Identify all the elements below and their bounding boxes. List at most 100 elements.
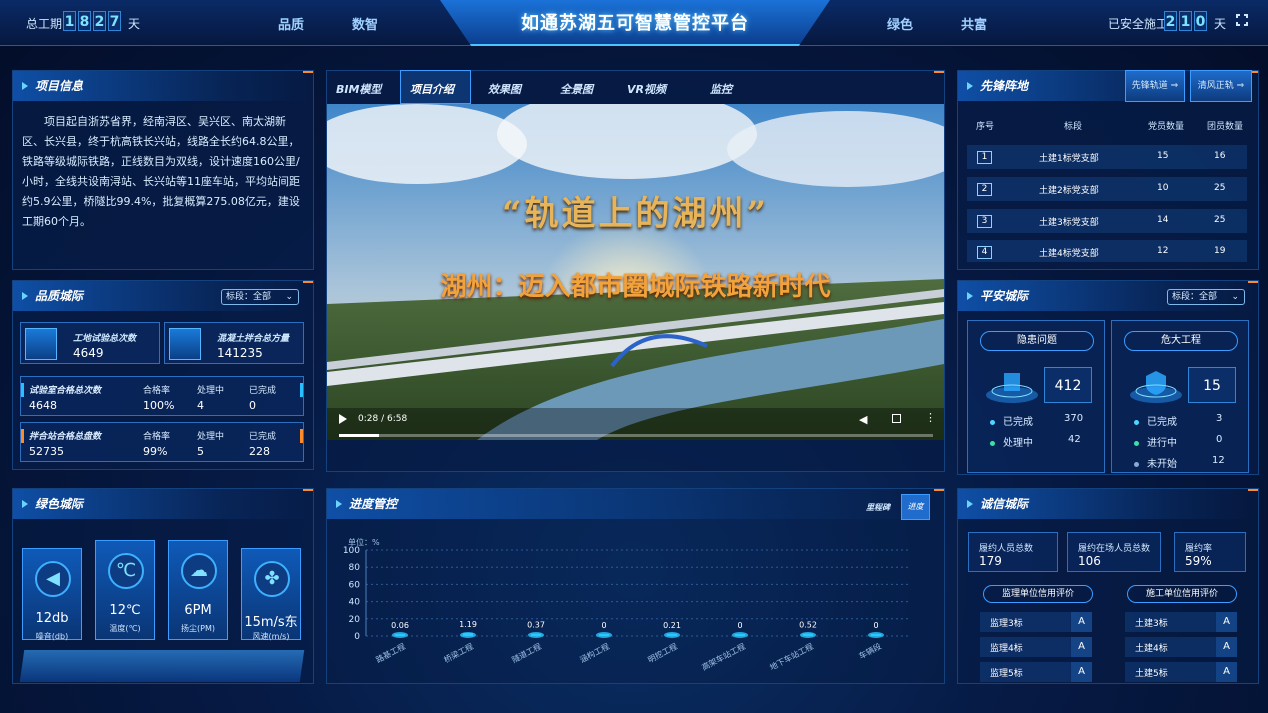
col-party: 党员数量 [1148,122,1185,132]
data-label: 0 [737,621,742,630]
major-project-total: 15 [1188,367,1236,403]
safe-days-unit: 天 [1214,17,1227,31]
video-time: 0:28 / 6:58 [358,414,408,424]
data-label: 0.37 [527,621,545,630]
more-options-icon[interactable]: ⋮ [925,411,936,424]
volume-icon[interactable]: ◀ [859,413,867,426]
milestone-button[interactable]: 里程碑 [866,502,890,513]
credit-title: 诚信城际 [958,489,1258,519]
safe-days-label: 已安全施工 [1108,17,1169,31]
bar-base [460,632,476,638]
x-tick-label: 明挖工程 [646,641,679,665]
col-no: 序号 [976,122,995,132]
progress-title: 进度管控 [327,489,944,519]
data-label: 0.52 [799,621,817,630]
bar-base [664,632,680,638]
speaker-icon: ◀ [35,561,71,597]
shield-dais-icon [1130,371,1182,403]
mixing-pass-row: 拌合站合格总盘数 52735 合格率 99% 处理中 5 已完成 228 [20,422,304,462]
page-title: 如通苏湖五可智慧管控平台 [521,13,749,34]
test-count-box: 工地试验总次数 4649 [20,322,160,364]
nav-green[interactable]: 绿色 [887,14,913,33]
video-subline: 湖州：迈入都市圈城际铁路新时代 [440,272,831,302]
bar-base [800,632,816,638]
warning-dais-icon [986,373,1038,403]
progress-button[interactable]: 进度 [901,494,930,520]
table-row[interactable]: 2 土建2标党支部 10 25 [967,177,1247,201]
data-label: 0.06 [391,621,409,630]
project-info-title: 项目信息 [13,71,313,101]
total-duration-label: 总工期 [26,17,63,31]
bar-base [732,632,748,638]
y-tick-label: 40 [349,598,361,608]
construction-credit-title: 施工单位信用评价 [1127,585,1237,603]
tab-panorama[interactable]: 全景图 [560,81,593,97]
list-item: 土建5标 A [1125,662,1237,682]
project-info-text: 项目起自浙苏省界，经南浔区、吴兴区、南太湖新区、长兴县，终于杭高铁长兴站，线路全… [22,115,300,228]
list-item: 监理5标 A [980,662,1092,682]
green-platform [19,650,305,682]
col-league: 团员数量 [1207,122,1244,132]
list-item: 监理4标 A [980,637,1092,657]
x-tick-label: 路基工程 [374,641,407,665]
video-progress-track[interactable] [339,434,933,437]
dust-card: ☁ 6PM 扬尘(PM) [168,540,228,640]
tab-project-intro[interactable]: 项目介绍 [410,81,454,97]
tab-monitoring[interactable]: 监控 [710,81,732,97]
bar-base [596,632,612,638]
bar-base [528,632,544,638]
concrete-volume-box: 混凝土拌合总方量 141235 [164,322,304,364]
lab-pass-row: 试验室合格总次数 4648 合格率 100% 处理中 4 已完成 0 [20,376,304,416]
building-icon [169,328,201,360]
tab-vr-video[interactable]: VR视频 [627,81,666,97]
table-row[interactable]: 1 土建1标党支部 15 16 [967,145,1247,169]
fullscreen-icon[interactable] [892,414,901,423]
quality-section-select[interactable]: 标段：全部 ⌄ [221,289,299,305]
nav-digital[interactable]: 数智 [352,14,378,33]
data-label: 0 [873,621,878,630]
table-row[interactable]: 4 土建4标党支部 12 19 [967,240,1247,262]
green-title: 绿色城际 [13,489,313,519]
video-headline: “轨道上的湖州” [501,194,770,234]
table-row[interactable]: 3 土建3标党支部 14 25 [967,209,1247,233]
x-tick-label: 车辆段 [857,641,883,661]
nav-quality[interactable]: 品质 [278,14,304,33]
onsite-total-box: 履约在场人员总数 106 [1067,532,1161,572]
y-tick-label: 20 [349,615,361,625]
safety-section-select[interactable]: 标段：全部 ⌄ [1167,289,1245,305]
hidden-danger-box: 隐患问题 412 已完成 370 处理中 42 [967,320,1105,473]
y-tick-label: 0 [354,632,360,642]
list-item: 监理3标 A [980,612,1092,632]
wind-card: ✤ 15m/s东 风速(m/s) [241,548,301,641]
list-item: 土建4标 A [1125,637,1237,657]
total-duration-digits: 1827 [63,11,123,31]
data-label: 1.19 [459,620,477,629]
play-icon[interactable] [339,414,347,424]
thermometer-icon: ℃ [108,553,144,589]
calendar-icon [25,328,57,360]
noise-card: ◀ 12db 噪音(db) [22,548,82,641]
expand-icon[interactable] [1236,14,1250,28]
data-label: 0.21 [663,621,681,630]
bar-base [868,632,884,638]
vanguard-track-button[interactable]: 先锋轨道 ⇒ [1125,70,1185,102]
clean-track-button[interactable]: 清风正轨 ⇒ [1190,70,1252,102]
tab-bim[interactable]: BIM模型 [336,81,381,97]
hidden-danger-total: 412 [1044,367,1092,403]
bar-base [392,632,408,638]
performance-total-box: 履约人员总数 179 [968,532,1058,572]
nav-common-prosperity[interactable]: 共富 [961,14,987,33]
cloud-icon: ☁ [181,553,217,589]
total-duration-unit: 天 [128,17,141,31]
x-tick-label: 涵构工程 [578,641,611,665]
y-tick-label: 60 [349,580,361,590]
performance-rate-box: 履约率 59% [1174,532,1246,572]
tab-renderings[interactable]: 效果图 [488,81,521,97]
supervision-credit-title: 监理单位信用评价 [983,585,1093,603]
y-tick-label: 100 [343,546,360,556]
x-tick-label: 隧道工程 [510,641,543,665]
major-project-box: 危大工程 15 已完成 3 进行中 0 未开始 12 [1111,320,1249,473]
intro-video[interactable]: “轨道上的湖州” 湖州：迈入都市圈城际铁路新时代 0:28 / 6:58 ◀ ⋮ [327,104,944,440]
progress-chart: 0 20 40 60 80 100 0.06 路基工程 1.19 桥梁工程 0.37 隧道工程 0 涵构工… [343,546,910,672]
x-tick-label: 桥梁工程 [442,641,475,665]
